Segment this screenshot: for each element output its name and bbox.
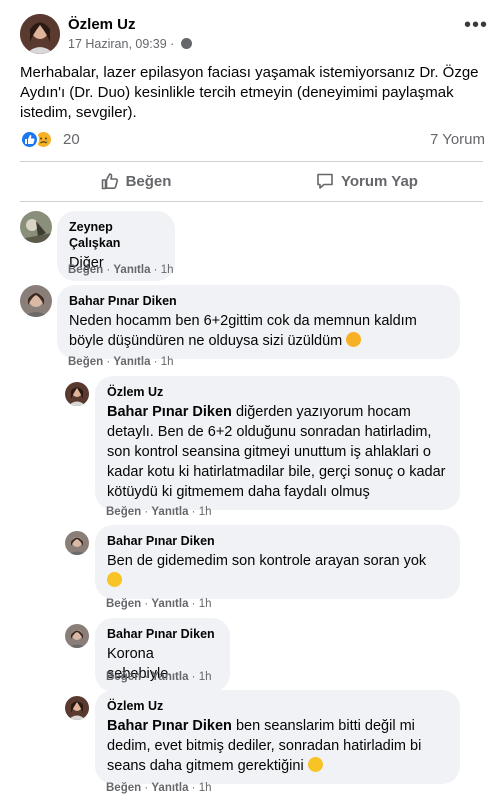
comment-actions: Beğen · Yanıtla · 1h [68,356,174,368]
comment-time[interactable]: 1h [161,264,174,276]
reply-time[interactable]: 1h [199,782,212,794]
grinning-face-emoji-icon [107,572,122,587]
thumbs-up-icon [101,173,118,190]
reply-text-body: Ben de gidemedim son kontrole arayan sor… [107,553,427,569]
reply-text: Bahar Pınar Diken diğerden yazıyorum hoc… [107,402,448,502]
comment-like-link[interactable]: Beğen [68,264,103,276]
reply-like-link[interactable]: Beğen [106,598,141,610]
grimacing-face-emoji-icon [307,757,323,772]
comment-text: Neden hocamm ben 6+2gittim cok da memnun… [69,311,448,351]
commenter-avatar[interactable] [20,211,52,243]
post-author-name[interactable]: Özlem Uz [68,16,136,33]
comment-button[interactable]: Yorum Yap [251,163,482,199]
comment-count-link[interactable]: 7 Yorum [430,131,485,148]
divider-top [20,161,483,162]
reply-text: Bahar Pınar Diken ben seanslarim bitti d… [107,716,448,776]
reply-time[interactable]: 1h [199,506,212,518]
reply-reply-link[interactable]: Yanıtla [151,506,188,518]
comment-reply-link[interactable]: Yanıtla [113,264,150,276]
reply-actions: Beğen · Yanıtla · 1h [106,598,212,610]
reply-like-link[interactable]: Beğen [106,782,141,794]
reply-reply-link[interactable]: Yanıtla [151,598,188,610]
comment-like-link[interactable]: Beğen [68,356,103,368]
action-bar: Beğen Yorum Yap [20,163,483,199]
reply-actions: Beğen · Yanıtla · 1h [106,671,212,683]
author-avatar[interactable] [20,14,60,54]
mention-link[interactable]: Bahar Pınar Diken [107,718,232,734]
replier-name[interactable]: Bahar Pınar Diken [107,626,218,642]
divider-bottom [20,201,483,202]
reply-time[interactable]: 1h [199,598,212,610]
globe-icon [180,38,192,49]
commenter-name[interactable]: Zeynep Çalışkan [69,219,163,251]
replier-avatar[interactable] [65,696,89,720]
reply-time[interactable]: 1h [199,671,212,683]
reaction-icons [20,130,60,150]
comment-actions: Beğen · Yanıtla · 1h [68,264,174,276]
reply-text: Ben de gidemedim son kontrole arayan sor… [107,551,448,591]
reply-bubble: Özlem Uz Bahar Pınar Diken ben seanslari… [95,690,460,784]
like-button[interactable]: Beğen [20,163,251,199]
replier-avatar[interactable] [65,531,89,555]
replier-avatar[interactable] [65,382,89,406]
post-date[interactable]: 17 Haziran, 09:39 [68,37,167,51]
comment-time[interactable]: 1h [161,356,174,368]
post-header: Özlem Uz 17 Haziran, 09:39 · ••• [20,14,490,56]
reply-bubble: Bahar Pınar Diken Ben de gidemedim son k… [95,525,460,599]
like-button-label: Beğen [125,172,172,190]
replier-name[interactable]: Bahar Pınar Diken [107,533,448,549]
sad-face-emoji-icon [346,332,362,347]
reply-actions: Beğen · Yanıtla · 1h [106,782,212,794]
replier-name[interactable]: Özlem Uz [107,384,448,400]
reply-like-link[interactable]: Beğen [106,506,141,518]
reply-reply-link[interactable]: Yanıtla [151,671,188,683]
replier-avatar[interactable] [65,624,89,648]
post-meta: 17 Haziran, 09:39 · [68,37,192,51]
reply-bubble: Özlem Uz Bahar Pınar Diken diğerden yazı… [95,376,460,510]
comment-reply-link[interactable]: Yanıtla [113,356,150,368]
speech-bubble-icon [317,173,333,189]
reply-like-link[interactable]: Beğen [106,671,141,683]
mention-link[interactable]: Bahar Pınar Diken [107,404,232,420]
comment-button-label: Yorum Yap [341,172,418,190]
more-options-button[interactable]: ••• [462,15,490,40]
post-text: Merhabalar, lazer epilasyon faciası yaşa… [20,64,479,121]
comment-text-body: Neden hocamm ben 6+2gittim cok da memnun… [69,313,417,349]
like-reaction-icon [20,130,39,149]
commenter-avatar[interactable] [20,285,52,317]
meta-separator: · [170,37,175,51]
comment-bubble: Bahar Pınar Diken Neden hocamm ben 6+2gi… [57,285,460,359]
reaction-count: 20 [63,131,80,148]
reply-actions: Beğen · Yanıtla · 1h [106,506,212,518]
replier-name[interactable]: Özlem Uz [107,698,448,714]
commenter-name[interactable]: Bahar Pınar Diken [69,293,448,309]
reply-reply-link[interactable]: Yanıtla [151,782,188,794]
